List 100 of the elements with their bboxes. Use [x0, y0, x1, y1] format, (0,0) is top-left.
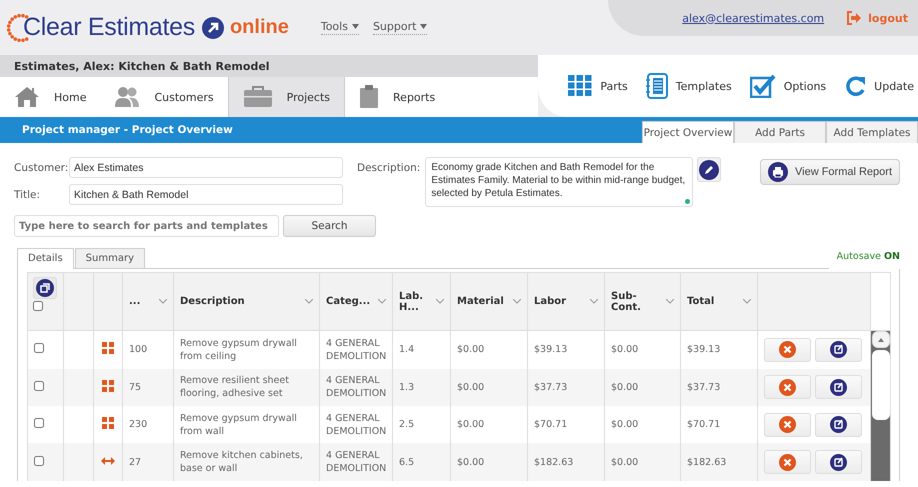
grid-icon — [102, 417, 114, 430]
edit-description-button[interactable] — [697, 157, 722, 182]
table-cell: $0.00 — [457, 456, 484, 469]
table-cell: $182.63 — [534, 456, 574, 469]
section-tab[interactable]: Project Overview — [642, 121, 734, 143]
nav-tab[interactable]: Customers — [100, 77, 228, 117]
nav-tab[interactable]: Home — [0, 77, 100, 117]
close-icon — [779, 454, 796, 471]
chevron-icon — [590, 299, 598, 304]
column-header[interactable]: ... — [129, 296, 167, 307]
field-label: Title: — [14, 188, 42, 200]
grid-icon — [102, 380, 114, 392]
table-cell: $0.00 — [457, 343, 484, 356]
brand-name: Clear Estimates — [23, 13, 195, 42]
nav-tab[interactable]: Reports — [345, 77, 450, 117]
delete-button[interactable] — [764, 375, 811, 400]
table-cell: 2.5 — [399, 418, 414, 432]
menu-link[interactable]: Support — [372, 20, 428, 35]
toolbar-button[interactable]: Parts — [568, 75, 628, 97]
row-checkbox[interactable] — [34, 418, 44, 428]
copy-button[interactable] — [33, 277, 57, 299]
table-cell: $182.63 — [687, 456, 726, 469]
column-header[interactable]: Description — [180, 296, 313, 307]
column-header[interactable]: Total — [687, 296, 751, 307]
table-cell: 1.4 — [399, 343, 414, 356]
breadcrumb: Estimates, Alex: Kitchen & Bath Remodel — [14, 60, 270, 72]
toolbox-icon — [242, 86, 273, 108]
section-title: Project manager - Project Overview — [21, 124, 233, 136]
scroll-up-button[interactable] — [872, 331, 890, 348]
description-field[interactable]: Economy grade Kitchen and Bath Remodel for the Estimates Family. Material to be within mid-range budget, selected by Petula Estimates. — [425, 157, 694, 207]
select-all-checkbox[interactable] — [33, 301, 43, 311]
chevron-icon — [305, 299, 313, 304]
grid-icon — [102, 342, 114, 354]
chevron-icon — [743, 299, 751, 304]
detail-tab[interactable]: Details — [17, 248, 74, 269]
table-cell-text: Remove gypsum drywall from wall — [180, 412, 298, 438]
field-label: Customer: — [14, 162, 69, 174]
scrollbar[interactable] — [871, 331, 890, 481]
customer-field[interactable]: Alex Estimates — [69, 157, 343, 178]
section-tab[interactable]: Add Parts — [734, 121, 826, 143]
delete-button[interactable] — [764, 412, 811, 437]
table-cell: $70.71 — [687, 418, 720, 432]
chevron-icon — [159, 299, 167, 304]
table-cell: $0.00 — [611, 418, 638, 432]
toolbar-button[interactable]: Templates — [646, 73, 732, 99]
table-cell: 1.3 — [399, 380, 414, 394]
column-header[interactable]: Labor — [534, 296, 598, 307]
row-checkbox[interactable] — [34, 456, 44, 466]
edit-button[interactable] — [815, 375, 862, 400]
detail-tab[interactable]: Summary — [74, 248, 145, 268]
toolbar-button[interactable]: Update — [844, 75, 914, 97]
copy-icon — [36, 279, 54, 297]
table-cell: 4 GENERAL DEMOLITION — [326, 449, 386, 476]
table-cell: 6.5 — [399, 456, 414, 469]
caret-icon — [420, 24, 428, 29]
chevron-icon — [666, 299, 674, 304]
table-cell: $0.00 — [457, 380, 484, 394]
edit-button[interactable] — [815, 412, 862, 437]
table-cell: $70.71 — [534, 418, 568, 432]
table-cell: 4 GENERAL DEMOLITION — [326, 336, 386, 363]
row-checkbox[interactable] — [34, 380, 44, 391]
row-checkbox[interactable] — [34, 343, 44, 354]
delete-button[interactable] — [764, 338, 811, 362]
chevron-icon — [436, 299, 444, 304]
edit-icon — [830, 454, 847, 471]
close-icon — [779, 416, 796, 434]
report-button[interactable]: View Formal Report — [760, 159, 900, 185]
close-icon — [779, 378, 796, 396]
table-cell: $0.00 — [611, 380, 638, 394]
menu-link[interactable]: Tools — [320, 20, 359, 35]
table-cell-text: Remove gypsum drywall from ceiling — [180, 336, 298, 363]
table-cell: 75 — [129, 380, 142, 394]
table-cell: $0.00 — [611, 456, 638, 469]
email-link[interactable]: alex@clearestimates.com — [682, 12, 824, 24]
table-cell: $0.00 — [611, 343, 638, 356]
title-field[interactable]: Kitchen & Bath Remodel — [69, 184, 343, 205]
nav-tab[interactable]: Projects — [228, 77, 346, 117]
table-cell-text: Remove resilient sheet flooring, adhesive set — [180, 374, 290, 400]
clipboard-icon — [359, 85, 380, 109]
section-tab[interactable]: Add Templates — [826, 121, 918, 143]
edit-icon — [830, 341, 847, 358]
table-cell: $37.73 — [687, 380, 720, 394]
edit-button[interactable] — [815, 338, 862, 362]
table-cell: 4 GENERAL DEMOLITION — [326, 412, 386, 438]
table-cell: 27 — [129, 456, 142, 469]
logout-icon — [846, 11, 862, 25]
column-header[interactable]: Material — [457, 296, 521, 307]
table-cell: 230 — [129, 418, 148, 432]
grid-icon — [568, 75, 592, 97]
chevron-icon — [378, 299, 386, 304]
search-field[interactable]: Type here to search for parts and templates — [14, 215, 280, 237]
table-cell-text: Remove kitchen cabinets, base or wall — [180, 449, 304, 476]
search-button[interactable]: Search — [283, 215, 376, 237]
table-cell: 100 — [129, 343, 148, 356]
toolbar-button[interactable]: Options — [750, 74, 826, 98]
edit-button[interactable] — [815, 450, 862, 474]
column-header[interactable]: Categ... — [326, 296, 386, 307]
people-icon — [114, 86, 140, 108]
delete-button[interactable] — [764, 450, 811, 474]
notebook-icon — [646, 73, 668, 99]
